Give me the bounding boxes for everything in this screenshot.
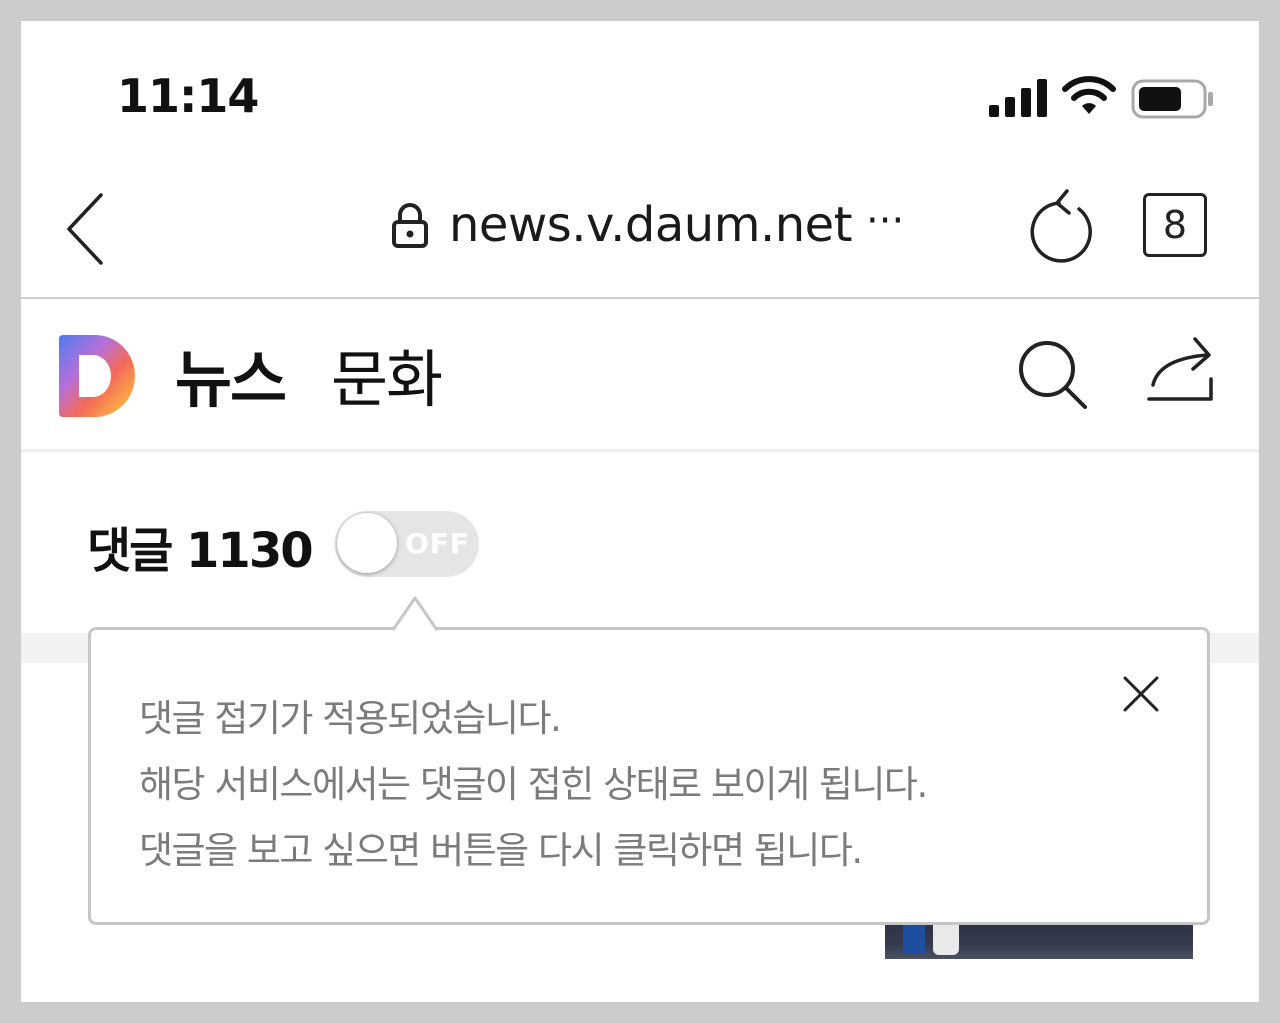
battery-icon — [1131, 79, 1213, 119]
tabs-button[interactable]: 8 — [1143, 193, 1207, 257]
section-title[interactable]: 뉴스 — [175, 329, 287, 419]
comments-fold-tooltip: 댓글 접기가 적용되었습니다. 해당 서비스에서는 댓글이 접힌 상태로 보이게… — [88, 596, 1210, 925]
news-thumbnail[interactable] — [885, 921, 1193, 959]
browser-divider — [21, 297, 1259, 299]
reload-icon[interactable] — [1027, 187, 1097, 267]
tooltip-line: 해당 서비스에서는 댓글이 접힌 상태로 보이게 됩니다. — [139, 763, 928, 806]
cellular-signal-icon — [989, 77, 1051, 117]
wifi-icon — [1062, 76, 1116, 114]
category-title[interactable]: 문화 — [331, 329, 443, 419]
tooltip-line: 댓글 접기가 적용되었습니다. — [139, 697, 562, 740]
close-icon[interactable] — [1119, 672, 1163, 716]
daum-logo-icon[interactable] — [59, 335, 139, 417]
url-more-icon[interactable]: ··· — [866, 198, 904, 244]
toggle-state-label: OFF — [405, 527, 471, 560]
address-bar[interactable]: news.v.daum.net ··· — [391, 193, 904, 257]
back-chevron-icon[interactable] — [61, 189, 111, 269]
thumbnail-figure — [933, 921, 959, 955]
comments-count-label: 댓글 1130 — [87, 523, 314, 579]
search-icon[interactable] — [1017, 339, 1089, 411]
tooltip-line: 댓글을 보고 싶으면 버튼을 다시 클릭하면 됩니다. — [139, 829, 863, 872]
lock-icon — [392, 203, 428, 248]
phone-screen: 11:14 news.v.daum.net ··· 8 뉴스 문화 댓글 113… — [21, 21, 1259, 1002]
thumbnail-badge — [903, 921, 925, 953]
url-text: news.v.daum.net — [449, 197, 853, 253]
tooltip-arrow — [393, 596, 437, 632]
comments-toggle[interactable]: OFF — [335, 511, 479, 577]
status-time: 11:14 — [117, 69, 259, 123]
header-divider — [21, 449, 1259, 452]
share-icon[interactable] — [1145, 333, 1215, 405]
toggle-knob — [337, 513, 397, 573]
